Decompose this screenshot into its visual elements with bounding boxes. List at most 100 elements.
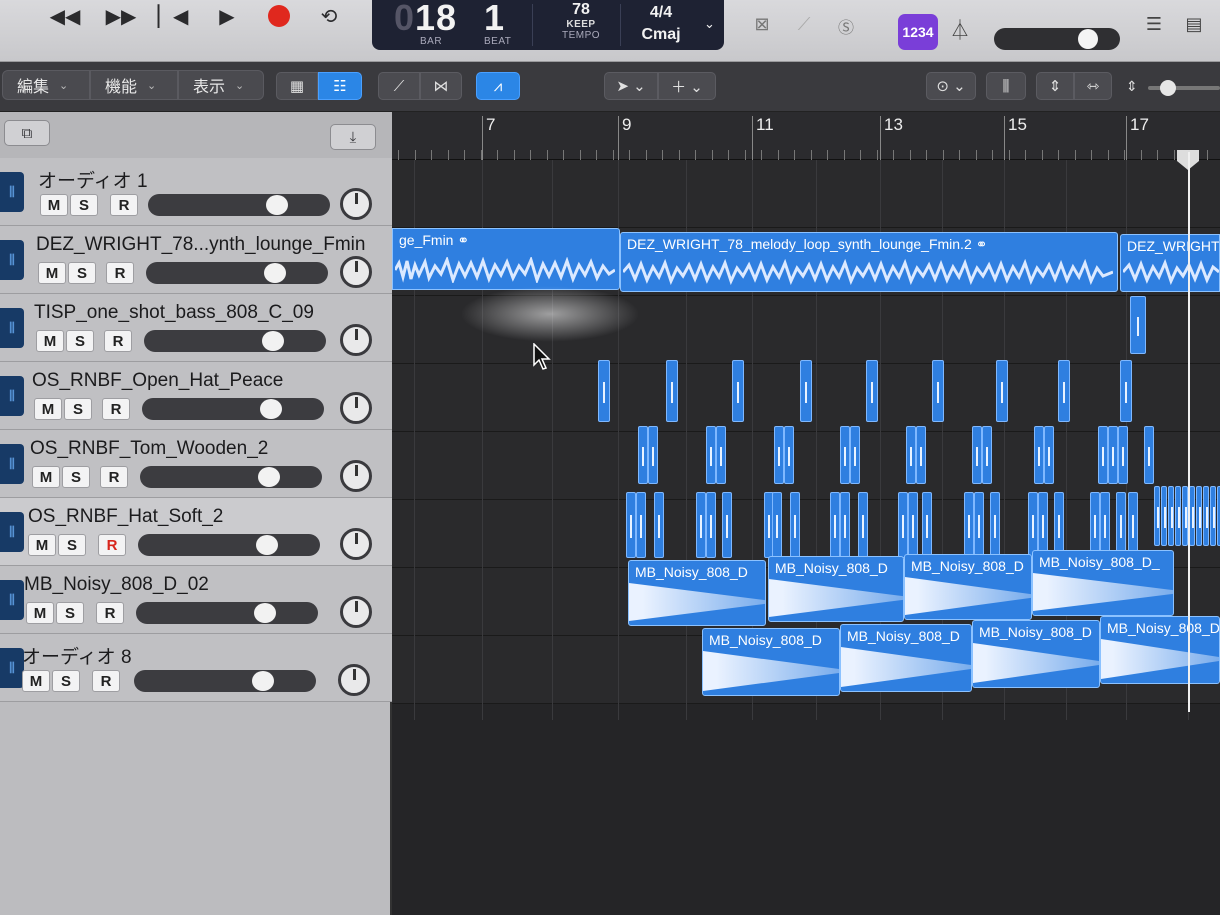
view-menu[interactable]: 表示 ⌄ — [178, 70, 264, 100]
audio-region[interactable]: MB_Noisy_808_D_ — [1032, 550, 1174, 616]
master-volume-slider[interactable] — [994, 28, 1120, 50]
record-enable-button[interactable]: R — [100, 466, 128, 488]
audio-region[interactable] — [1100, 492, 1110, 558]
solo-button[interactable]: S — [58, 534, 86, 556]
crossfade-icon[interactable]: ⋈ — [420, 72, 462, 100]
track-name[interactable]: TISP_one_shot_bass_808_C_09 — [34, 302, 314, 324]
solo-button[interactable]: S — [68, 262, 96, 284]
audio-region[interactable] — [866, 360, 878, 422]
track-row[interactable]: ⫼ OS_RNBF_Tom_Wooden_2 M S R — [0, 430, 392, 498]
audio-region[interactable] — [1028, 492, 1038, 558]
audio-region[interactable] — [840, 492, 850, 558]
lcd-chevron-down-icon[interactable]: ⌄ — [704, 16, 715, 66]
metronome-icon[interactable]: ⏃ — [946, 14, 974, 42]
audio-region[interactable]: MB_Noisy_808_D — [628, 560, 766, 626]
track-name[interactable]: オーディオ 8 — [22, 642, 132, 669]
pan-knob[interactable] — [340, 596, 372, 628]
audio-region[interactable] — [1168, 486, 1174, 546]
solo-button[interactable]: S — [64, 398, 92, 420]
audio-region[interactable] — [1161, 486, 1167, 546]
audio-region[interactable] — [706, 426, 716, 484]
pan-knob[interactable] — [340, 392, 372, 424]
audio-region[interactable] — [1120, 360, 1132, 422]
audio-region[interactable]: MB_Noisy_808_D — [768, 556, 904, 622]
snap-icon[interactable]: ⩘ — [476, 72, 520, 100]
volume-fader[interactable] — [144, 330, 326, 352]
audio-region[interactable] — [774, 426, 784, 484]
audio-region[interactable] — [850, 426, 860, 484]
vertical-zoom-icon[interactable]: ⇕ — [1036, 72, 1074, 100]
pan-knob[interactable] — [340, 528, 372, 560]
record-enable-button[interactable]: R — [98, 534, 126, 556]
audio-region[interactable] — [626, 492, 636, 558]
audio-region[interactable] — [830, 492, 840, 558]
count-in-button[interactable]: 1234 — [898, 14, 938, 50]
record-icon[interactable] — [260, 2, 298, 30]
audio-region[interactable] — [982, 426, 992, 484]
solo-button[interactable]: S — [62, 466, 90, 488]
pan-knob[interactable] — [340, 460, 372, 492]
audio-region[interactable] — [972, 426, 982, 484]
audio-region[interactable] — [696, 492, 706, 558]
master-volume-knob[interactable] — [1078, 29, 1098, 49]
arrange-area[interactable]: ge_Fmin ⚭ DEZ_WRIGHT_78_melody_loop_synt… — [392, 160, 1220, 915]
track-row[interactable]: ⫼ オーディオ 8 M S R — [0, 634, 392, 702]
rewind-icon[interactable]: ◀◀ — [46, 2, 84, 30]
mute-button[interactable]: M — [34, 398, 62, 420]
audio-region[interactable] — [906, 426, 916, 484]
audio-region[interactable] — [1098, 426, 1108, 484]
audio-region[interactable]: DEZ_WRIGHT_78_melody_loop_synth_lounge_F… — [620, 232, 1118, 292]
volume-fader-knob[interactable] — [258, 467, 280, 487]
track-row[interactable]: ⫼ TISP_one_shot_bass_808_C_09 M S R — [0, 294, 392, 362]
track-name[interactable]: オーディオ 1 — [38, 166, 148, 193]
track-name[interactable]: OS_RNBF_Hat_Soft_2 — [28, 506, 223, 528]
play-icon[interactable]: ▶ — [208, 2, 246, 30]
bar-ruler[interactable]: 7 9 11 13 15 17 — [392, 112, 1220, 160]
zoom-slider[interactable] — [1148, 80, 1220, 96]
audio-region[interactable] — [916, 426, 926, 484]
audio-region[interactable]: MB_Noisy_808_D — [904, 554, 1032, 620]
mute-button[interactable]: M — [40, 194, 68, 216]
audio-region[interactable] — [1054, 492, 1064, 558]
record-enable-button[interactable]: R — [106, 262, 134, 284]
edit-menu[interactable]: 編集 ⌄ — [2, 70, 90, 100]
audio-region[interactable] — [1058, 360, 1070, 422]
signature-key-readout[interactable]: 4/4 Cmaj — [630, 0, 692, 50]
audio-region[interactable] — [638, 426, 648, 484]
volume-fader-knob[interactable] — [266, 195, 288, 215]
track-name[interactable]: MB_Noisy_808_D_02 — [24, 574, 209, 596]
mute-button[interactable]: M — [32, 466, 60, 488]
audio-region[interactable] — [1154, 486, 1160, 546]
audio-region[interactable] — [1116, 492, 1126, 558]
playhead[interactable] — [1188, 152, 1190, 712]
audio-region[interactable] — [1118, 426, 1128, 484]
pan-knob[interactable] — [338, 664, 370, 696]
pan-knob[interactable] — [340, 188, 372, 220]
volume-fader[interactable] — [138, 534, 320, 556]
zoom-slider-knob[interactable] — [1160, 80, 1176, 96]
solo-button[interactable]: S — [70, 194, 98, 216]
track-row[interactable]: ⫼ OS_RNBF_Hat_Soft_2 M S R — [0, 498, 392, 566]
track-row[interactable]: ⫼ DEZ_WRIGHT_78...ynth_lounge_Fmin M S R — [0, 226, 392, 294]
volume-fader-knob[interactable] — [264, 263, 286, 283]
audio-region[interactable]: MB_Noisy_808_D — [702, 628, 840, 696]
audio-region[interactable]: MB_Noisy_808_D — [972, 620, 1100, 688]
audio-region[interactable] — [800, 360, 812, 422]
audio-region[interactable] — [784, 426, 794, 484]
audio-region[interactable] — [1210, 486, 1216, 546]
mute-button[interactable]: M — [26, 602, 54, 624]
volume-fader[interactable] — [146, 262, 328, 284]
cycle-icon[interactable]: ⟲ — [310, 2, 348, 30]
horizontal-zoom-icon[interactable]: ⇿ — [1074, 72, 1112, 100]
solo-button[interactable]: S — [56, 602, 84, 624]
add-track-icon[interactable]: ⧉ — [4, 120, 50, 146]
options-menu-icon[interactable]: ⊙ ⌄ — [926, 72, 976, 100]
mute-button[interactable]: M — [28, 534, 56, 556]
audio-region[interactable] — [964, 492, 974, 558]
audio-region[interactable] — [716, 426, 726, 484]
audio-region[interactable] — [996, 360, 1008, 422]
replace-icon[interactable]: ⊠ — [748, 14, 776, 42]
track-name[interactable]: OS_RNBF_Open_Hat_Peace — [32, 370, 283, 392]
audio-region[interactable] — [858, 492, 868, 558]
track-row[interactable]: ⫼ MB_Noisy_808_D_02 M S R — [0, 566, 392, 634]
